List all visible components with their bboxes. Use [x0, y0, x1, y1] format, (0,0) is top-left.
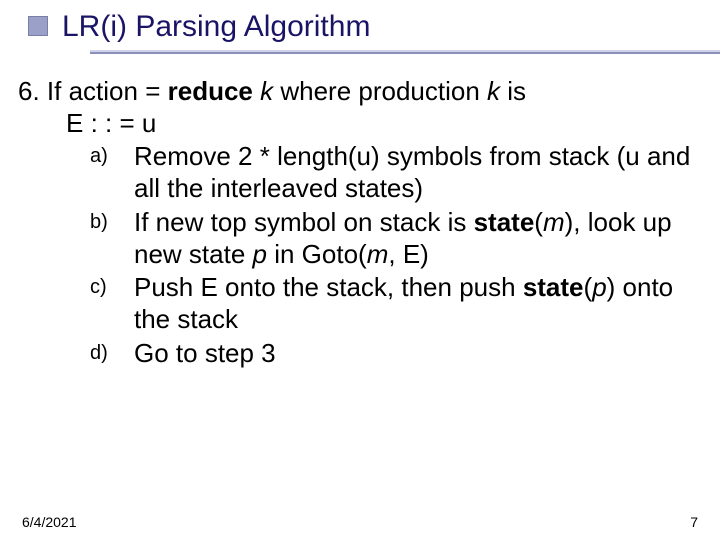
sub-step-list: a) Remove 2 * length(u) symbols from sta…: [18, 139, 700, 369]
step-text-pre: If action =: [47, 76, 168, 106]
footer-page-number: 7: [690, 514, 698, 530]
title-underline: [90, 50, 720, 54]
marker-d: d): [90, 341, 126, 365]
sub-c-p: p: [592, 272, 606, 302]
slide-footer: 6/4/2021 7: [0, 514, 720, 530]
step-mid2: where production: [273, 76, 487, 106]
sub-d-t1: Go to step 3: [134, 338, 276, 368]
sub-c-t1: Push E onto the stack, then push: [134, 272, 523, 302]
sub-b-t3: , E): [388, 239, 428, 269]
sub-b-p: p: [253, 239, 267, 269]
sub-b-t2: in Goto(: [267, 239, 367, 269]
step-reduce-word: reduce: [168, 76, 253, 106]
footer-date: 6/4/2021: [22, 514, 77, 530]
marker-a: a): [90, 144, 126, 168]
marker-c: c): [90, 275, 126, 299]
step-post: is: [500, 76, 526, 106]
sub-c-state: state: [523, 272, 584, 302]
sub-step-a-text: Remove 2 * length(u) symbols from stack …: [134, 141, 690, 203]
sub-step-d: d) Go to step 3: [90, 338, 700, 370]
sub-b-state: state: [474, 207, 535, 237]
sub-step-c: c) Push E onto the stack, then push stat…: [90, 272, 700, 335]
title-bullet-icon: [28, 16, 48, 36]
slide-title-bar: LR(i) Parsing Algorithm: [0, 0, 720, 58]
sub-b-m2: m: [367, 239, 389, 269]
step-k1: k: [260, 76, 273, 106]
step-k2: k: [487, 76, 500, 106]
step-production: E : : = u: [18, 108, 700, 140]
sub-step-a: a) Remove 2 * length(u) symbols from sta…: [90, 141, 700, 204]
sub-c-p1: (: [584, 272, 593, 302]
sub-b-p1: (: [534, 207, 543, 237]
sub-b-m1: m: [543, 207, 565, 237]
step-number: 6.: [18, 76, 40, 106]
marker-b: b): [90, 210, 126, 234]
slide-title: LR(i) Parsing Algorithm: [62, 10, 720, 44]
slide-content: 6. If action = reduce k where production…: [0, 58, 720, 369]
sub-b-t1: If new top symbol on stack is: [134, 207, 474, 237]
step-intro: 6. If action = reduce k where production…: [18, 76, 700, 139]
sub-step-b: b) If new top symbol on stack is state(m…: [90, 207, 700, 270]
